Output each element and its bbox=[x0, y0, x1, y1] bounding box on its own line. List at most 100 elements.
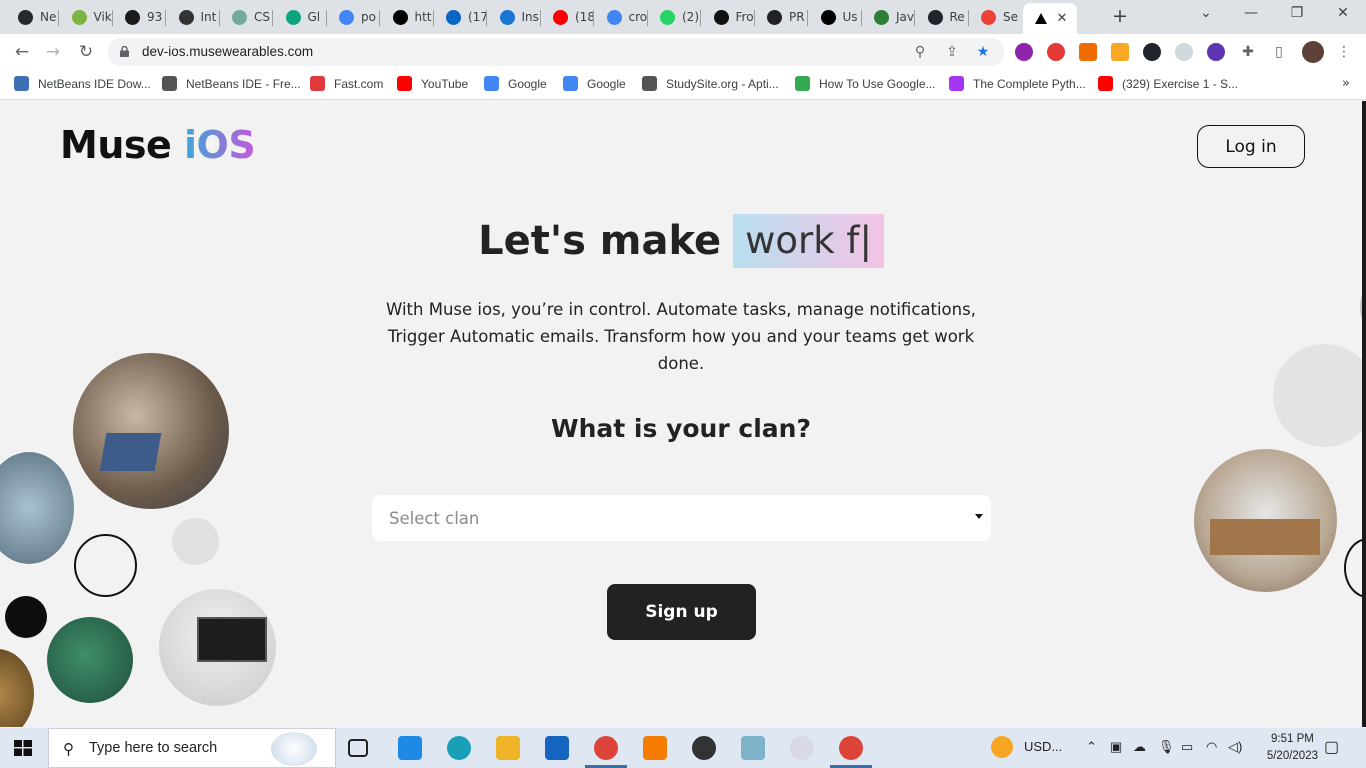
notepad-icon[interactable] bbox=[741, 736, 765, 760]
weather-text[interactable]: USD... bbox=[1024, 739, 1062, 754]
obs-icon[interactable] bbox=[692, 736, 716, 760]
bookmark-item[interactable]: NetBeans IDE Dow... bbox=[14, 76, 151, 91]
extension-icon[interactable] bbox=[1079, 43, 1097, 61]
bookmark-item[interactable]: Fast.com bbox=[310, 76, 383, 91]
menu-kebab-icon[interactable]: ⋮ bbox=[1335, 43, 1353, 61]
close-window-icon[interactable]: ✕ bbox=[1333, 5, 1353, 21]
browser-tab[interactable]: po bbox=[327, 3, 380, 31]
chatgpt-icon bbox=[232, 9, 247, 25]
bookmark-item[interactable]: Google bbox=[484, 76, 547, 91]
browser-tab[interactable]: Ins bbox=[488, 3, 541, 31]
tray-chevron-icon[interactable]: ⌃ bbox=[1086, 739, 1097, 755]
onedrive-icon[interactable]: ☁ bbox=[1133, 739, 1146, 755]
browser-tab[interactable]: Gl bbox=[274, 3, 327, 31]
react-icon bbox=[927, 9, 943, 25]
browser-tab[interactable]: (18 bbox=[541, 3, 594, 31]
extension-icon[interactable] bbox=[1015, 43, 1033, 61]
browser-tab[interactable]: CS bbox=[220, 3, 273, 31]
team-photo-circle bbox=[73, 353, 229, 509]
profile-avatar[interactable] bbox=[1302, 41, 1324, 63]
color-picker-icon[interactable] bbox=[1111, 43, 1129, 61]
tab-search-icon[interactable]: ⌄ bbox=[1196, 5, 1216, 21]
active-browser-tab[interactable]: ✕ bbox=[1022, 3, 1077, 34]
side-panel-icon[interactable]: ▯ bbox=[1270, 43, 1288, 61]
windows-start-icon[interactable] bbox=[14, 740, 32, 756]
bookmark-item[interactable]: YouTube bbox=[397, 76, 468, 91]
browser-tab[interactable]: Ne bbox=[6, 3, 59, 31]
share-icon[interactable]: ⇪ bbox=[943, 43, 961, 61]
restore-icon[interactable]: ❐ bbox=[1287, 5, 1307, 21]
system-clock[interactable]: 9:51 PM 5/20/2023 bbox=[1267, 731, 1318, 765]
snipping-tool-icon[interactable] bbox=[790, 736, 814, 760]
bookmark-item[interactable]: How To Use Google... bbox=[795, 76, 936, 91]
browser-tab[interactable]: Int bbox=[167, 3, 220, 31]
browser-tab[interactable]: (2) bbox=[648, 3, 701, 31]
vercel-icon bbox=[1034, 13, 1047, 24]
vscode-icon[interactable] bbox=[398, 736, 422, 760]
notifications-icon[interactable]: ▢ bbox=[1324, 737, 1339, 757]
bookmark-item[interactable]: Google bbox=[563, 76, 626, 91]
back-icon[interactable]: ← bbox=[10, 40, 34, 64]
muse-logo[interactable]: Muse iOS bbox=[60, 123, 256, 167]
extension-icon[interactable] bbox=[1175, 43, 1193, 61]
browser-tab[interactable]: Fro bbox=[702, 3, 755, 31]
bookmark-item[interactable]: NetBeans IDE - Fre... bbox=[162, 76, 301, 91]
browser-tab[interactable]: Vik bbox=[60, 3, 113, 31]
chrome-icon[interactable] bbox=[594, 736, 618, 760]
browser-tab[interactable]: Jav bbox=[862, 3, 915, 31]
file-explorer-icon[interactable] bbox=[496, 736, 520, 760]
grey-circle bbox=[172, 518, 219, 565]
browser-tab[interactable]: Re bbox=[916, 3, 969, 31]
bookmark-item[interactable]: StudySite.org - Apti... bbox=[642, 76, 779, 91]
browser-tab[interactable]: Us bbox=[809, 3, 862, 31]
bookmark-favicon-icon bbox=[310, 76, 325, 91]
address-bar[interactable]: dev-ios.musewearables.com ⚲ ⇪ ★ bbox=[108, 38, 1004, 66]
adblock-icon[interactable] bbox=[1047, 43, 1065, 61]
reload-icon[interactable]: ↻ bbox=[74, 40, 98, 64]
mail-icon[interactable] bbox=[545, 736, 569, 760]
bookmark-label: How To Use Google... bbox=[819, 76, 936, 91]
select-placeholder: Select clan bbox=[389, 508, 480, 528]
microphone-icon[interactable]: 🎙 bbox=[1158, 739, 1175, 755]
close-tab-icon[interactable]: ✕ bbox=[1057, 11, 1068, 26]
login-button[interactable]: Log in bbox=[1197, 125, 1305, 168]
wifi-icon[interactable]: ◠ bbox=[1206, 739, 1217, 755]
browser-tab[interactable]: cro bbox=[595, 3, 648, 31]
weather-icon[interactable] bbox=[991, 736, 1013, 758]
taskbar-search[interactable]: ⚲ Type here to search bbox=[48, 728, 336, 768]
task-view-icon[interactable] bbox=[348, 739, 368, 757]
page-scrollbar[interactable] bbox=[1362, 101, 1366, 727]
bookmark-item[interactable]: The Complete Pyth... bbox=[949, 76, 1086, 91]
react-devtools-icon[interactable] bbox=[1143, 43, 1161, 61]
sublime-icon[interactable] bbox=[643, 736, 667, 760]
browser-tab[interactable]: htt bbox=[381, 3, 434, 31]
browser-tab[interactable]: Se bbox=[969, 3, 1022, 31]
bookmark-label: StudySite.org - Apti... bbox=[666, 76, 779, 91]
extension-icon[interactable] bbox=[1207, 43, 1225, 61]
tab-label: Se bbox=[1003, 10, 1018, 24]
browser-toolbar: ← → ↻ dev-ios.musewearables.com ⚲ ⇪ ★ ✚ … bbox=[0, 34, 1366, 70]
bookmark-item[interactable]: (329) Exercise 1 - S... bbox=[1098, 76, 1238, 91]
signup-button[interactable]: Sign up bbox=[607, 584, 756, 640]
bookmark-star-icon[interactable]: ★ bbox=[974, 43, 992, 61]
browser-tab[interactable]: 93 bbox=[113, 3, 166, 31]
new-tab-button[interactable]: + bbox=[1110, 5, 1130, 27]
battery-icon[interactable]: ▭ bbox=[1181, 739, 1193, 755]
forward-icon[interactable]: → bbox=[41, 40, 65, 64]
table-shape bbox=[1210, 519, 1320, 555]
minimize-icon[interactable]: — bbox=[1241, 5, 1261, 21]
browser-tab[interactable]: (17 bbox=[434, 3, 487, 31]
tray-app-icon[interactable]: ▣ bbox=[1110, 739, 1122, 755]
edge-icon[interactable] bbox=[447, 736, 471, 760]
volume-icon[interactable]: ◁) bbox=[1228, 739, 1242, 755]
chrome-icon[interactable] bbox=[839, 736, 863, 760]
tab-label: Ne bbox=[40, 10, 57, 24]
outline-circle bbox=[1344, 538, 1362, 598]
clan-select[interactable]: Select clan bbox=[372, 495, 991, 541]
more-bookmarks-icon[interactable]: » bbox=[1342, 76, 1350, 91]
youtube-icon bbox=[553, 9, 568, 25]
browser-tab[interactable]: PR bbox=[755, 3, 808, 31]
extensions-puzzle-icon[interactable]: ✚ bbox=[1239, 43, 1257, 61]
zoom-icon[interactable]: ⚲ bbox=[911, 43, 929, 61]
lock-icon bbox=[120, 46, 129, 57]
